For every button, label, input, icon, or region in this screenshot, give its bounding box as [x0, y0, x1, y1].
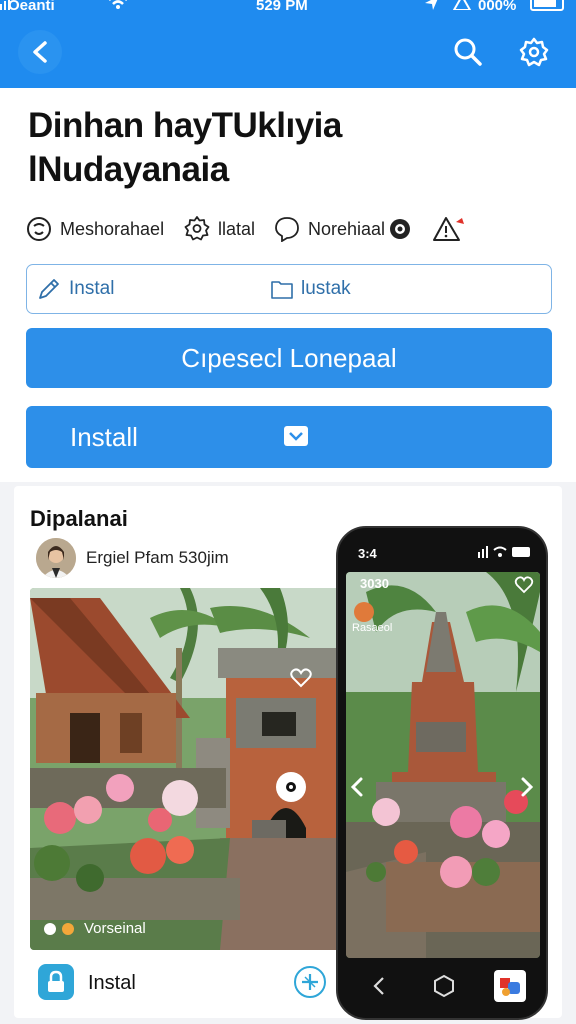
primary-action-button[interactable]: Cıpesecl Lonepaal	[26, 328, 552, 388]
title-line-2: lNudayanaia	[28, 150, 229, 189]
compass-icon	[302, 974, 318, 990]
install-selector-field[interactable]: Instal lustak	[26, 264, 552, 314]
search-icon	[454, 38, 482, 66]
avatar[interactable]	[36, 538, 76, 578]
gear-icon	[519, 37, 549, 67]
settings-button[interactable]	[514, 32, 554, 72]
phone-mockup: 3:4 3030 Rasaeol	[336, 526, 548, 1020]
field-left-option[interactable]: Instal	[37, 265, 114, 313]
dropdown-check-icon[interactable]	[284, 426, 308, 446]
phone-avatar[interactable]	[354, 602, 374, 622]
phone-screen[interactable]: 3030 Rasaeol	[346, 572, 540, 958]
media-play-icon[interactable]	[276, 772, 306, 802]
status-time: 529 PM	[256, 0, 308, 14]
previous-arrow-icon[interactable]	[348, 776, 366, 798]
meta-item-settings-label: llatal	[218, 218, 256, 239]
nav-home-icon[interactable]	[432, 974, 456, 998]
photo-caption-text: Vorseinal	[84, 920, 146, 937]
phone-screen-time: 3030	[360, 576, 389, 591]
badge-icon	[390, 219, 411, 239]
header-card: Dinhan hayTUklıyia lNudayanaia Meshoraha…	[0, 88, 576, 482]
install-button[interactable]: Install	[26, 406, 552, 468]
search-button[interactable]	[448, 32, 488, 72]
install-link[interactable]: Instal	[88, 972, 136, 995]
lock-button[interactable]	[38, 964, 74, 1000]
field-left-label: Instal	[69, 278, 115, 299]
heart-icon[interactable]	[290, 668, 312, 688]
meta-item-comments[interactable]: Norehiaal	[274, 212, 419, 246]
temple-photo[interactable]	[30, 588, 340, 950]
meta-item-settings[interactable]: llatal	[184, 212, 255, 246]
back-button[interactable]	[18, 30, 62, 74]
status-bar: Oeanti 529 PM 000%	[0, 0, 576, 16]
meta-item-comments-label: Norehiaal	[308, 218, 386, 239]
phone-status-icons	[478, 546, 530, 558]
back-arrow-icon	[33, 41, 47, 63]
cellular-icon	[452, 0, 472, 10]
photo-caption: Vorseinal	[44, 920, 146, 937]
location-icon	[425, 0, 438, 10]
carrier-name: Oeanti	[8, 0, 55, 14]
wifi-icon	[109, 0, 127, 9]
alert-triangle-icon	[433, 217, 464, 241]
author-name[interactable]: Ergiel Pfam 530jim	[86, 548, 229, 568]
nav-app-icon[interactable]	[494, 970, 526, 1002]
caption-status-icon	[62, 922, 74, 935]
meta-item-alert[interactable]	[432, 212, 474, 246]
cog-icon	[184, 216, 210, 241]
user-circle-icon	[27, 217, 51, 241]
phone-status-time: 3:4	[358, 546, 377, 561]
nav-back-icon[interactable]	[370, 974, 388, 998]
meta-item-author-label: Meshorahael	[60, 218, 165, 239]
battery-icon	[530, 0, 564, 11]
post-title: Dipalanai	[30, 506, 128, 531]
battery-percent: 000%	[478, 0, 517, 14]
comment-icon	[275, 217, 299, 242]
pencil-icon	[39, 279, 59, 299]
app-header: Oeanti 529 PM 000%	[0, 0, 576, 88]
meta-item-author[interactable]: Meshorahael	[26, 212, 164, 246]
install-button-label: Install	[70, 422, 138, 452]
compass-button[interactable]	[294, 966, 326, 998]
phone-user-name[interactable]: Rasaeol	[352, 622, 392, 634]
title-line-1: Dinhan hayTUklıyia	[28, 106, 342, 145]
lock-icon	[48, 970, 64, 992]
page-title: Dinhan hayTUklıyia lNudayanaia	[28, 104, 548, 192]
meta-row: Meshorahael llatal Norehiaal	[26, 212, 556, 246]
phone-nav-bar	[338, 964, 548, 1008]
field-right-label: lustak	[301, 278, 351, 299]
next-arrow-icon[interactable]	[518, 776, 536, 798]
folder-icon	[271, 281, 293, 299]
post-actions: Instal	[38, 964, 328, 1004]
caption-dot-icon	[44, 922, 56, 935]
share-icon[interactable]	[514, 576, 534, 594]
field-right-option[interactable]: lustak	[271, 265, 351, 313]
